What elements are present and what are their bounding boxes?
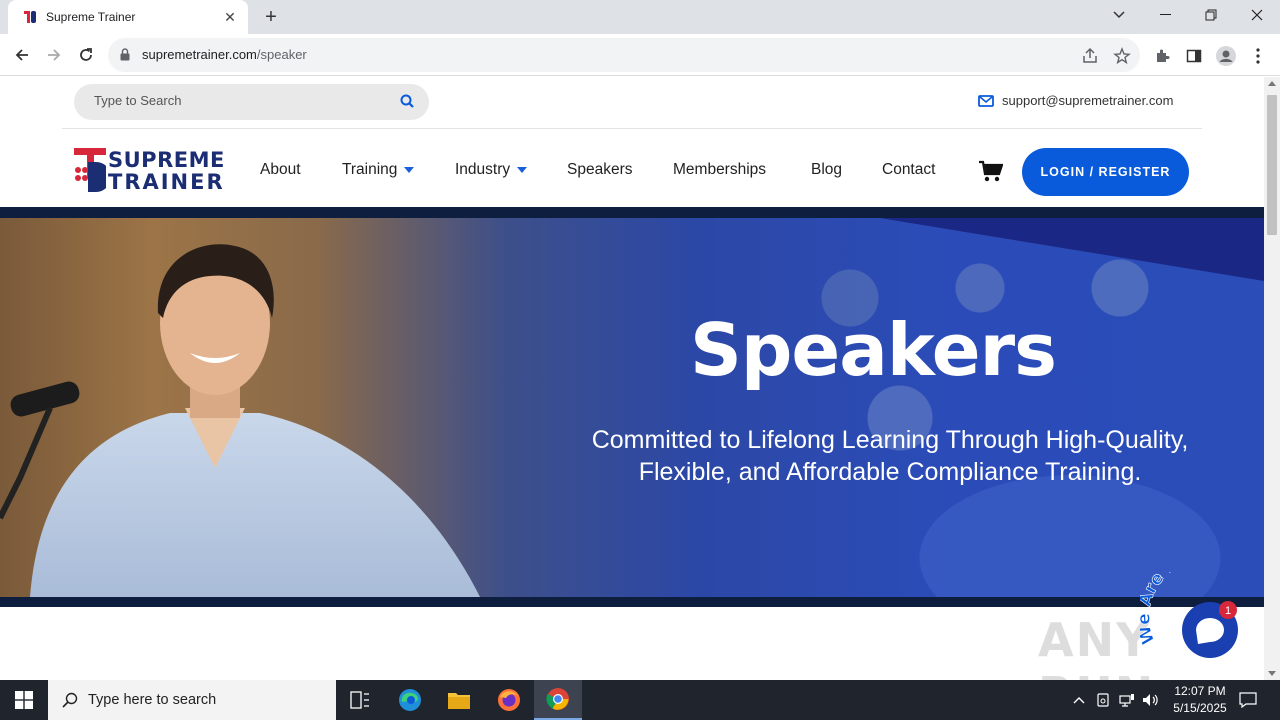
close-window-button[interactable] [1234,0,1280,30]
clock-time: 12:07 PM [1174,684,1226,698]
nav-training-label: Training [342,161,398,178]
reload-button[interactable] [73,42,99,68]
tray-overflow-chevron-icon[interactable] [1070,680,1088,720]
hero-subtitle-line2: Flexible, and Affordable Compliance Trai… [638,458,1142,486]
chat-widget[interactable]: We Are Here! 1 [1134,543,1260,672]
share-icon[interactable] [1081,47,1099,65]
task-view-icon[interactable] [336,680,384,720]
logo-text-supreme: SUPREME [108,148,225,172]
url-path: /speaker [256,47,307,62]
system-clock[interactable]: 12:07 PM 5/15/2025 [1160,683,1240,717]
page-scrollbar[interactable] [1264,77,1280,680]
volume-icon[interactable] [1141,680,1161,720]
search-icon [62,692,78,708]
network-icon[interactable] [1117,680,1137,720]
scroll-down-arrow-icon[interactable] [1268,671,1276,676]
forward-button[interactable] [41,42,67,68]
scroll-up-arrow-icon[interactable] [1268,81,1276,86]
chrome-icon[interactable] [534,680,582,720]
login-register-button[interactable]: LOGIN / REGISTER [1022,148,1189,196]
new-tab-button[interactable]: + [259,5,283,29]
shopping-cart-icon[interactable] [979,160,1003,182]
nav-speakers-label: Speakers [567,161,633,178]
restore-button[interactable] [1188,0,1234,30]
site-favicon-icon [24,11,36,23]
lock-icon [120,48,130,61]
browser-tab[interactable]: Supreme Trainer ✕ [8,0,248,34]
header-divider [62,128,1202,129]
notifications-icon[interactable] [1236,680,1260,720]
tab-search-chevron-icon[interactable] [1096,0,1142,30]
address-bar[interactable]: supremetrainer.com/speaker [108,38,1140,72]
nav-contact[interactable]: Contact [882,161,935,179]
search-icon[interactable] [400,94,414,108]
side-panel-icon[interactable] [1184,46,1204,66]
back-button[interactable] [9,42,35,68]
site-search-input[interactable] [94,93,384,108]
firefox-icon[interactable] [485,680,533,720]
menu-kebab-icon[interactable] [1248,46,1268,66]
nav-speakers[interactable]: Speakers [567,161,632,179]
edge-browser-icon[interactable] [386,680,434,720]
tab-title: Supreme Trainer [46,10,136,24]
nav-contact-label: Contact [882,161,936,178]
hero-subtitle: Committed to Lifelong Learning Through H… [540,424,1240,488]
mail-icon [978,94,994,107]
url-text: supremetrainer.com/speaker [142,47,307,62]
hero-banner: Speakers Committed to Lifelong Learning … [0,218,1264,597]
chat-bubble-icon: We Are Here! 1 [1134,543,1238,658]
file-explorer-icon[interactable] [435,680,483,720]
bookmark-star-icon[interactable] [1113,47,1131,65]
taskbar-search-placeholder: Type here to search [88,692,217,708]
browser-toolbar: supremetrainer.com/speaker [0,34,1280,76]
audience-background-image [470,228,1264,597]
logo-text-trainer: TRAINER [108,170,225,194]
nav-about[interactable]: About [260,161,301,179]
scrollbar-thumb[interactable] [1267,95,1277,235]
web-page: support@supremetrainer.com SUPREME TRAIN… [0,77,1264,680]
support-email-text: support@supremetrainer.com [1002,93,1174,108]
chevron-down-icon [404,167,415,173]
site-logo[interactable]: SUPREME TRAINER [74,148,226,194]
forward-arrow-icon [48,49,61,61]
hero-title: Speakers [690,308,1057,392]
nav-memberships[interactable]: Memberships [673,161,766,179]
speaker-photo-image [0,244,480,597]
nav-memberships-label: Memberships [673,161,767,178]
logo-mark-icon [74,148,106,192]
hero-subtitle-line1: Committed to Lifelong Learning Through H… [591,426,1189,454]
back-arrow-icon [15,49,28,61]
tab-close-icon[interactable]: ✕ [222,9,238,26]
nav-training[interactable]: Training [342,161,415,179]
nav-blog-label: Blog [811,161,843,178]
chevron-down-icon [517,167,528,173]
tray-device-icon[interactable] [1094,680,1112,720]
nav-industry-label: Industry [455,161,511,178]
windows-logo-icon [15,691,33,709]
minimize-button[interactable] [1142,0,1188,30]
extensions-icon[interactable] [1152,46,1172,66]
taskbar-search-box[interactable]: Type here to search [48,680,336,720]
browser-tab-strip: Supreme Trainer ✕ + [0,0,1280,34]
reload-icon [80,48,92,61]
start-button[interactable] [0,680,48,720]
nav-industry[interactable]: Industry [455,161,528,179]
nav-about-label: About [260,161,301,178]
nav-blog[interactable]: Blog [811,161,842,179]
windows-taskbar: Type here to search 12:07 PM 5/15/2025 [0,680,1280,720]
site-search-box[interactable] [74,84,429,120]
clock-date: 5/15/2025 [1173,701,1227,715]
chat-badge: 1 [1225,605,1231,617]
profile-avatar-icon[interactable] [1216,46,1236,66]
support-email-link[interactable]: support@supremetrainer.com [978,93,1173,108]
url-domain: supremetrainer.com [142,47,257,62]
